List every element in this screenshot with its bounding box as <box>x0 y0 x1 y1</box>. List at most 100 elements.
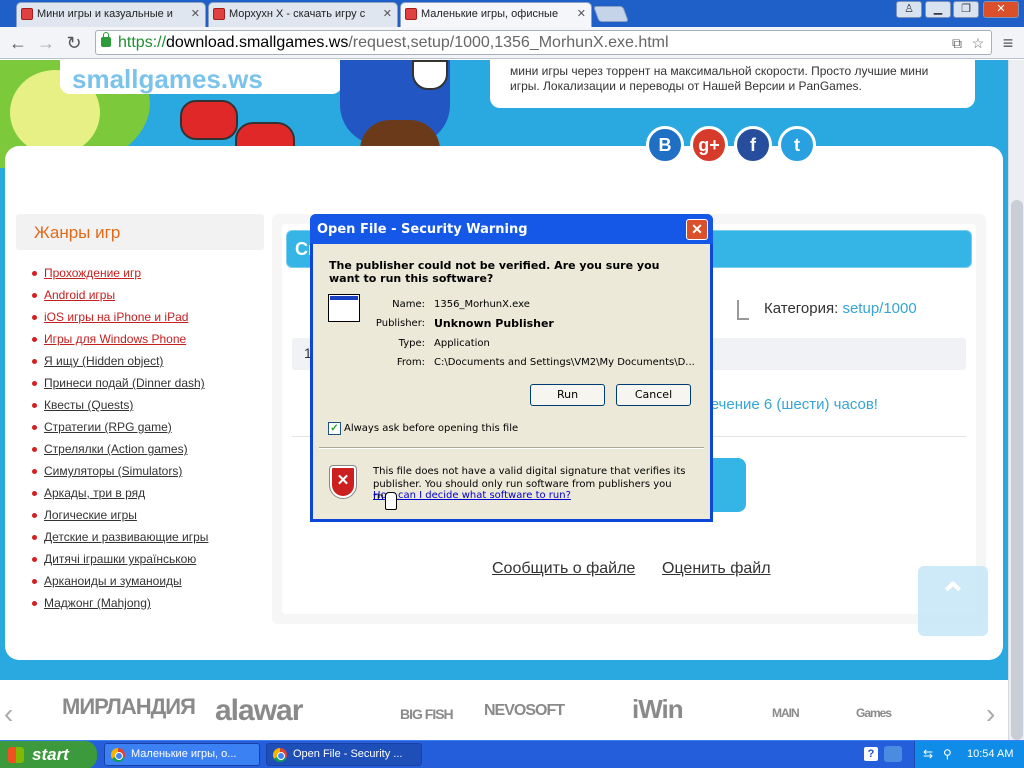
close-tab-icon[interactable]: ✕ <box>191 7 200 20</box>
browser-toolbar: ← → ↻ https://download.smallgames.ws/req… <box>0 27 1024 59</box>
help-link[interactable]: How can I decide what software to run? <box>373 490 571 501</box>
report-file-link[interactable]: Сообщить о файле <box>492 560 635 578</box>
partner-logo[interactable]: Games <box>856 706 892 740</box>
sidebar-item-label: Квесты (Quests) <box>44 398 134 412</box>
facebook-share-icon[interactable]: f <box>734 126 772 164</box>
new-tab-button[interactable] <box>593 6 629 22</box>
cancel-button[interactable]: Cancel <box>616 384 691 406</box>
sidebar-item-genre[interactable]: Квесты (Quests) <box>32 398 208 420</box>
sidebar-item-genre[interactable]: Аркады, три в ряд <box>32 486 208 508</box>
twitter-share-icon[interactable]: t <box>778 126 816 164</box>
carousel-prev-icon[interactable]: ‹ <box>4 698 13 730</box>
page-scrollbar[interactable] <box>1008 60 1024 740</box>
close-tab-icon[interactable]: ✕ <box>577 7 586 20</box>
taskbar-item-security-dialog[interactable]: Open File - Security ... <box>266 743 422 766</box>
sidebar-item-label: Прохождение игр <box>44 266 142 280</box>
start-button[interactable]: start <box>0 741 97 768</box>
sidebar-item-genre[interactable]: Игры для Windows Phone <box>32 332 208 354</box>
help-icon[interactable]: ? <box>864 747 878 761</box>
logo-text: smallgames.ws <box>72 64 263 94</box>
sidebar-item-genre[interactable]: Прохождение игр <box>32 266 208 288</box>
lock-icon <box>101 32 111 47</box>
tab-title: Маленькие игры, офисные <box>421 8 559 20</box>
search-icon[interactable]: ⚲ <box>943 747 957 761</box>
tab-small-games-active[interactable]: Маленькие игры, офисные ✕ <box>400 2 592 27</box>
close-window-icon[interactable]: ✕ <box>983 1 1019 18</box>
bookmark-star-icon[interactable]: ☆ <box>969 34 987 52</box>
site-logo[interactable]: smallgames.ws <box>60 60 342 94</box>
download-warning-text: течение 6 (шести) часов! <box>704 396 878 413</box>
rate-file-link[interactable]: Оценить файл <box>662 560 771 578</box>
partner-logo[interactable]: iWin <box>632 694 684 732</box>
vk-share-icon[interactable]: B <box>646 126 684 164</box>
back-arrow-icon[interactable]: ← <box>6 31 30 55</box>
sidebar-title: Жанры игр <box>34 223 121 242</box>
tab-morhuhn[interactable]: Морхухн X - скачать игру с ✕ <box>208 2 398 27</box>
sidebar-item-genre[interactable]: Android игры <box>32 288 208 310</box>
clock: 10:54 AM <box>967 748 1014 760</box>
sidebar-item-genre[interactable]: Детские и развивающие игры <box>32 530 208 552</box>
sidebar-item-genre[interactable]: Я ищу (Hidden object) <box>32 354 208 376</box>
category-link[interactable]: setup/1000 <box>842 300 916 317</box>
name-label: Name: <box>392 299 425 310</box>
partner-logo[interactable]: MAIN <box>772 706 800 740</box>
dialog-separator <box>319 447 704 449</box>
sidebar-item-genre[interactable]: Логические игры <box>32 508 208 530</box>
dialog-titlebar[interactable]: Open File - Security Warning ✕ <box>310 214 713 244</box>
sidebar-item-label: Аркады, три в ряд <box>44 486 146 500</box>
partner-logo[interactable]: NEVOSOFT <box>484 702 565 740</box>
partner-logo[interactable]: BIG FISH <box>400 706 454 740</box>
close-tab-icon[interactable]: ✕ <box>383 7 392 20</box>
category-row: Категория: setup/1000 <box>764 300 917 317</box>
tab-mini-games[interactable]: Мини игры и казуальные и ✕ <box>16 2 206 27</box>
users-icon[interactable] <box>884 746 902 762</box>
partner-footer: ‹ МИРЛАНДИЯ alawar BIG FISH NEVOSOFT iWi… <box>0 680 1008 740</box>
run-button[interactable]: Run <box>530 384 605 406</box>
start-label: start <box>32 745 69 764</box>
dialog-title: Open File - Security Warning <box>317 222 528 237</box>
dialog-close-button[interactable]: ✕ <box>686 219 708 240</box>
sidebar-item-genre[interactable]: Стрелялки (Action games) <box>32 442 208 464</box>
windows-flag-icon <box>8 747 24 763</box>
from-value: C:\Documents and Settings\VM2\My Documen… <box>434 357 695 368</box>
always-ask-label[interactable]: Always ask before opening this file <box>344 423 518 434</box>
sidebar-item-genre[interactable]: iOS игры на iPhone и iPad <box>32 310 208 332</box>
carousel-next-icon[interactable]: › <box>986 698 995 730</box>
always-ask-checkbox[interactable]: ✓ <box>328 422 341 435</box>
forward-arrow-icon[interactable]: → <box>34 31 58 55</box>
dialog-body: The publisher could not be verified. Are… <box>313 244 710 519</box>
reload-icon[interactable]: ↻ <box>62 31 86 55</box>
translate-icon[interactable]: ⧉ <box>948 34 966 52</box>
partner-logo[interactable]: alawar <box>215 694 303 732</box>
sidebar-item-label: Стрелялки (Action games) <box>44 442 188 456</box>
url-text: https://download.smallgames.ws/request,s… <box>118 34 669 51</box>
sidebar-item-label: Стратегии (RPG game) <box>44 420 172 434</box>
type-label: Type: <box>398 338 425 349</box>
sidebar-item-genre[interactable]: Маджонг (Mahjong) <box>32 596 208 618</box>
google-plus-share-icon[interactable]: g+ <box>690 126 728 164</box>
tab-title: Морхухн X - скачать игру с <box>229 8 366 20</box>
sidebar-header: Жанры игр <box>16 214 264 250</box>
sidebar-item-label: Android игры <box>44 288 116 302</box>
sidebar-item-genre[interactable]: Арканоиды и зуманоиды <box>32 574 208 596</box>
sidebar-item-label: Арканоиды и зуманоиды <box>44 574 182 588</box>
scrollbar-thumb[interactable] <box>1011 200 1023 740</box>
scroll-up-button[interactable]: ⌃ <box>918 566 988 636</box>
sidebar-item-label: Детские и развивающие игры <box>44 530 209 544</box>
sidebar-item-genre[interactable]: Стратегии (RPG game) <box>32 420 208 442</box>
restore-window-icon[interactable]: ❐ <box>953 1 979 18</box>
sidebar-item-genre[interactable]: Принеси подай (Dinner dash) <box>32 376 208 398</box>
sidebar-item-label: Маджонг (Mahjong) <box>44 596 151 610</box>
sidebar-item-genre[interactable]: Симуляторы (Simulators) <box>32 464 208 486</box>
address-bar[interactable]: https://download.smallgames.ws/request,s… <box>95 30 992 55</box>
partner-logo[interactable]: МИРЛАНДИЯ <box>62 694 196 732</box>
site-description: мини игры через торрент на максимальной … <box>490 60 975 108</box>
user-profile-icon[interactable]: ♙ <box>896 1 922 18</box>
network-icon[interactable]: ⇆ <box>923 747 937 761</box>
minimize-window-icon[interactable]: ▁ <box>925 1 951 18</box>
chrome-icon <box>111 748 125 762</box>
taskbar-item-browser[interactable]: Маленькие игры, о... <box>104 743 260 766</box>
menu-icon[interactable]: ≡ <box>996 31 1020 55</box>
sidebar-item-genre[interactable]: Дитячі іграшки українською <box>32 552 208 574</box>
tab-title: Мини игры и казуальные и <box>37 8 173 20</box>
